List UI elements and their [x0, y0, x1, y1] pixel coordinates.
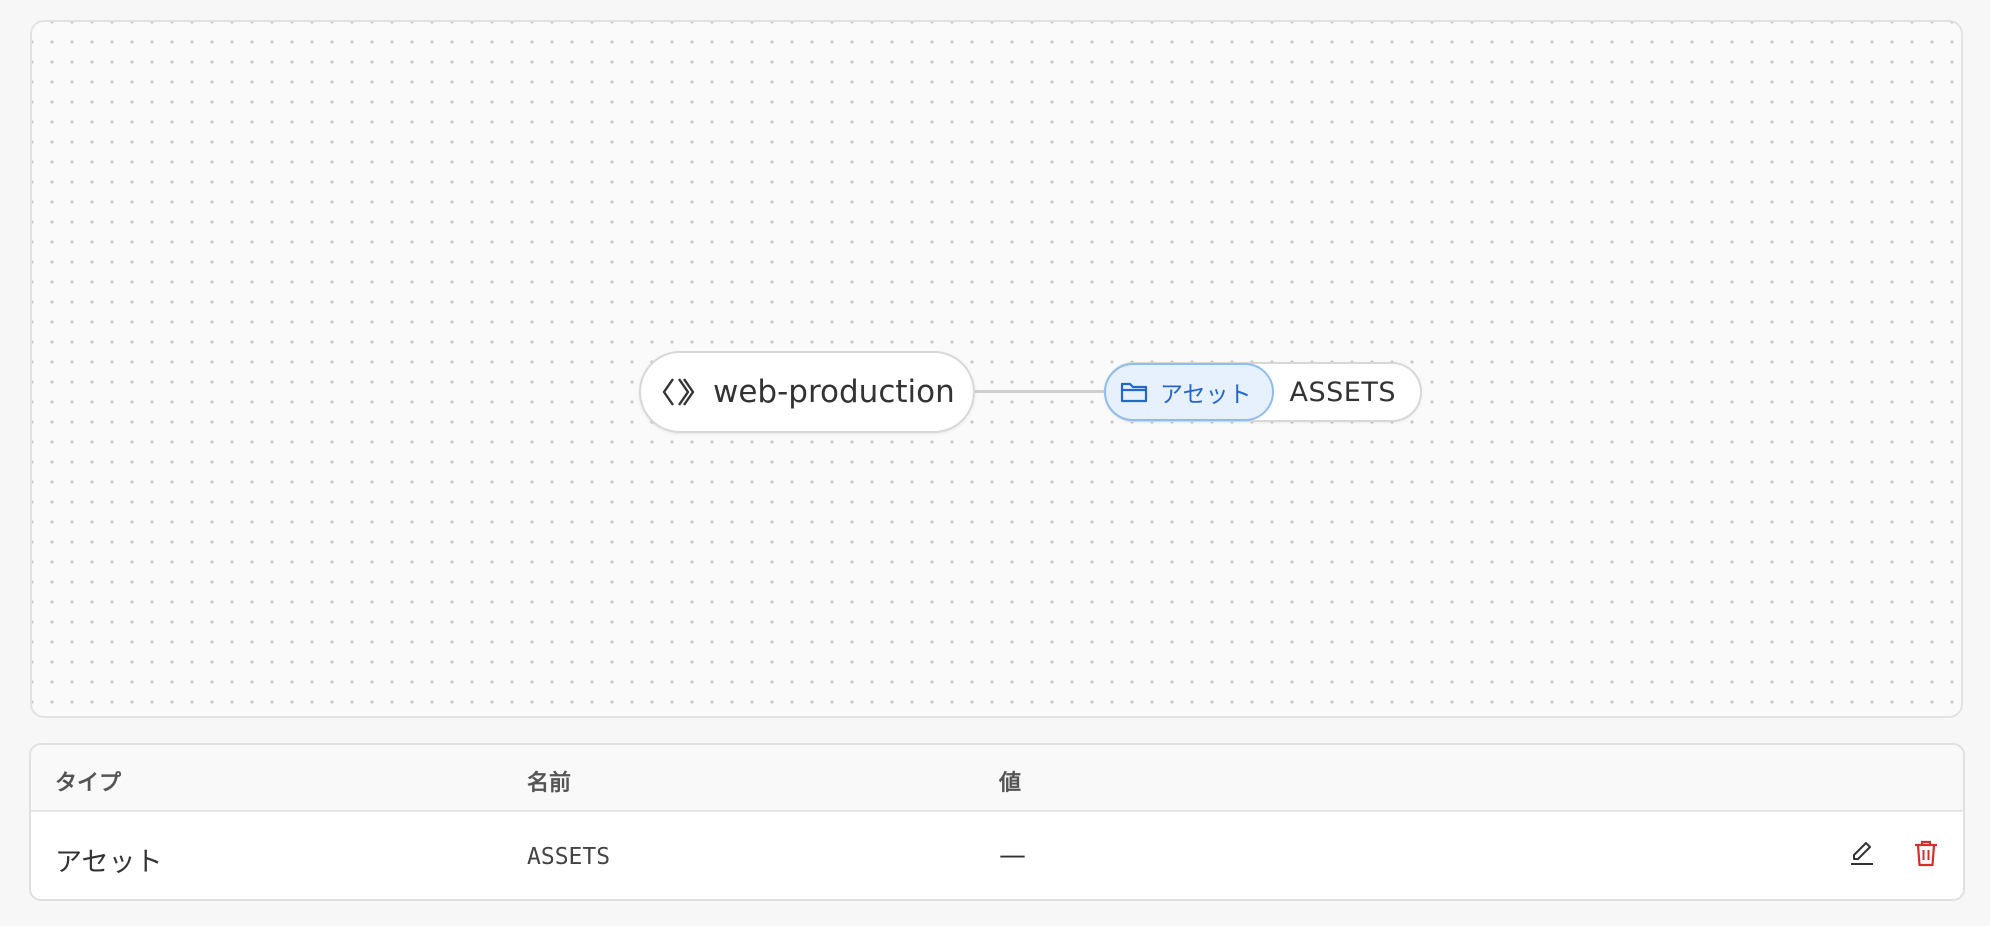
cell-type: アセット	[55, 847, 163, 878]
cell-name: ASSETS	[527, 844, 611, 870]
edit-button[interactable]	[1845, 838, 1879, 872]
column-header-type: タイプ	[55, 771, 122, 796]
table-row: アセット ASSETS —	[31, 812, 1963, 899]
root-node-label: web-production	[713, 374, 955, 410]
cell-value: —	[999, 840, 1026, 871]
asset-type-label: アセット	[1160, 382, 1252, 408]
graph-edge	[974, 390, 1104, 393]
folder-icon	[1120, 378, 1148, 406]
asset-node-name: ASSETS	[1289, 376, 1396, 408]
table-header: タイプ 名前 値	[31, 745, 1963, 812]
records-table: タイプ 名前 値 アセット ASSETS —	[29, 743, 1965, 901]
trash-icon	[1911, 838, 1941, 872]
asset-type-chip[interactable]: アセット	[1104, 363, 1274, 421]
graph-canvas[interactable]: web-production アセット ASSETS	[30, 20, 1963, 718]
column-header-value: 値	[999, 771, 1022, 796]
root-node-web-production[interactable]: web-production	[639, 351, 975, 433]
asset-node[interactable]: アセット ASSETS	[1104, 362, 1422, 422]
delete-button[interactable]	[1909, 838, 1943, 872]
edit-icon	[1847, 838, 1877, 872]
column-header-name: 名前	[527, 771, 572, 796]
code-brackets-icon	[661, 375, 695, 409]
